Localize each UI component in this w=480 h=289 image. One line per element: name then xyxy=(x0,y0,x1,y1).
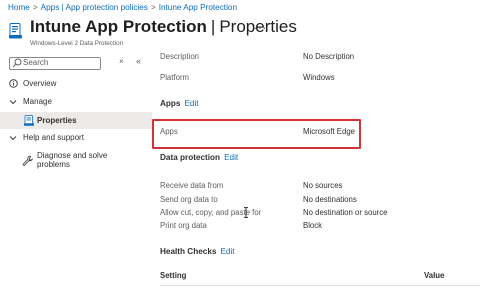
breadcrumb: Home > Apps | App protection policies > Intu… xyxy=(8,3,237,12)
text-cursor-icon xyxy=(244,207,248,218)
apps-value: Microsoft Edge xyxy=(303,127,356,136)
data-protection-section-title: Data protection xyxy=(160,153,221,162)
apps-edit-link[interactable]: Edit xyxy=(184,99,198,108)
nav-item-diagnose[interactable]: Diagnose and solve problems xyxy=(0,150,152,172)
policy-document-icon xyxy=(9,23,22,39)
receive-data-value: No sources xyxy=(303,181,343,190)
health-checks-edit-link[interactable]: Edit xyxy=(220,247,234,256)
nav-group-help-support-label: Help and support xyxy=(23,133,84,142)
collapse-menu-icon[interactable]: « xyxy=(136,56,141,66)
platform-value: Windows xyxy=(303,73,335,82)
clear-search-icon[interactable]: × xyxy=(119,57,124,66)
breadcrumb-app-protection-policies[interactable]: Apps | App protection policies xyxy=(41,3,148,12)
data-protection-edit-link[interactable]: Edit xyxy=(224,153,238,162)
breadcrumb-separator: > xyxy=(150,3,156,12)
health-checks-column-value[interactable]: Value xyxy=(424,271,444,280)
breadcrumb-intune-app-protection[interactable]: Intune App Protection xyxy=(159,3,237,12)
apps-label: Apps xyxy=(160,127,178,136)
breadcrumb-separator: > xyxy=(32,3,38,12)
chevron-down-icon xyxy=(9,136,17,141)
search-placeholder: Search xyxy=(23,58,49,67)
wrench-icon xyxy=(22,155,33,166)
page-title-main: Intune App Protection xyxy=(30,17,207,36)
properties-icon xyxy=(24,115,34,126)
description-value: No Description xyxy=(303,52,355,61)
send-org-data-label: Send org data to xyxy=(160,195,218,204)
page-subtitle: Windows-Level 2 Data Protection xyxy=(30,40,124,47)
chevron-down-icon xyxy=(9,100,17,105)
platform-label: Platform xyxy=(160,73,190,82)
description-label: Description xyxy=(160,52,199,61)
print-org-data-value: Block xyxy=(303,221,323,230)
breadcrumb-home[interactable]: Home xyxy=(8,3,30,12)
health-checks-section-title: Health Checks xyxy=(160,247,217,256)
receive-data-label: Receive data from xyxy=(160,181,224,190)
nav-item-properties[interactable]: Properties xyxy=(0,112,152,129)
nav-group-manage-label: Manage xyxy=(23,97,52,106)
more-options-button[interactable]: ... xyxy=(254,18,267,32)
nav-item-overview-label: Overview xyxy=(23,79,57,88)
nav-item-diagnose-label-line1: Diagnose and solve xyxy=(37,151,108,160)
search-icon xyxy=(12,58,22,68)
title-divider: | xyxy=(210,17,216,36)
nav-item-properties-label: Properties xyxy=(37,116,77,125)
nav-item-diagnose-label-line2: problems xyxy=(37,160,70,169)
info-icon xyxy=(9,79,18,88)
apps-section-title: Apps xyxy=(160,99,181,108)
send-org-data-value: No destinations xyxy=(303,195,357,204)
nav-group-help-support[interactable]: Help and support xyxy=(0,130,152,146)
print-org-data-label: Print org data xyxy=(160,221,207,230)
nav-group-manage[interactable]: Manage xyxy=(0,94,152,110)
health-checks-section-header: Health Checks Edit xyxy=(160,247,235,256)
table-header-divider xyxy=(160,285,480,286)
nav-item-overview[interactable]: Overview xyxy=(0,76,152,92)
apps-section-header: Apps Edit xyxy=(160,99,199,108)
cut-copy-paste-value: No destination or source xyxy=(303,208,388,217)
health-checks-column-setting[interactable]: Setting xyxy=(160,271,186,280)
data-protection-section-header: Data protection Edit xyxy=(160,153,238,162)
